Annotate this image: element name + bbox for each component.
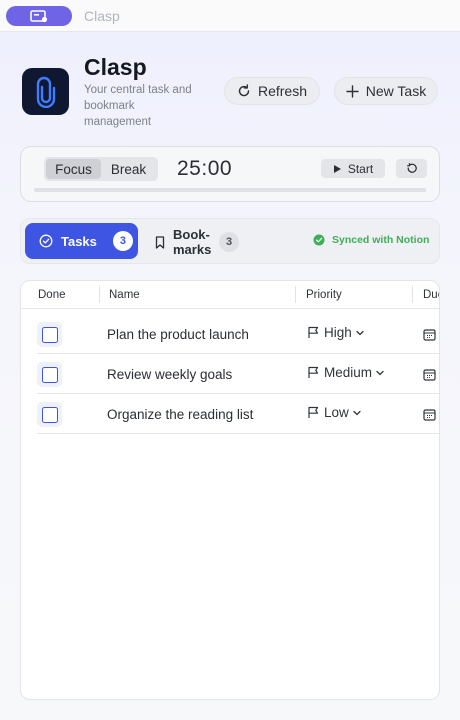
timer-display: 25:00 <box>177 157 233 180</box>
column-header-name[interactable]: Name <box>109 289 140 301</box>
column-divider[interactable] <box>295 286 296 303</box>
tab-tasks-label: Tasks <box>61 233 97 249</box>
priority-value: High <box>324 325 352 340</box>
task-name[interactable]: Organize the reading list <box>107 407 253 422</box>
tab-tasks[interactable]: Tasks 3 <box>25 223 138 259</box>
reset-button[interactable] <box>396 159 427 178</box>
table-row: Organize the reading list Low <box>37 394 439 434</box>
priority-select[interactable]: Medium <box>307 365 384 380</box>
task-name[interactable]: Plan the product launch <box>107 327 249 342</box>
new-task-label: New Task <box>365 83 427 99</box>
priority-value: Low <box>324 405 349 420</box>
focus-timer: Focus Break 25:00 Start <box>20 146 440 202</box>
sync-status: Synced with Notion <box>313 234 429 246</box>
bookmarks-count-badge: 3 <box>219 232 239 252</box>
sync-status-text: Synced with Notion <box>332 234 430 246</box>
chevron-down-icon <box>376 370 384 375</box>
bookmark-icon <box>155 235 165 249</box>
table-row: Review weekly goals Medium <box>37 354 439 394</box>
done-checkbox[interactable] <box>37 402 62 427</box>
priority-select[interactable]: Low <box>307 405 361 420</box>
task-name[interactable]: Review weekly goals <box>107 367 232 382</box>
column-header-due[interactable]: Due <box>423 289 439 301</box>
calendar-icon[interactable] <box>423 328 436 341</box>
priority-value: Medium <box>324 365 373 380</box>
start-label: Start <box>347 161 374 176</box>
refresh-icon <box>238 84 250 97</box>
check-circle-icon <box>39 234 53 248</box>
task-table: Done Name Priority Due Plan the product … <box>20 280 440 700</box>
window-title: Clasp <box>84 8 120 24</box>
new-task-button[interactable]: New Task <box>334 77 438 105</box>
flag-icon <box>308 326 319 338</box>
column-divider[interactable] <box>99 286 100 303</box>
play-icon <box>333 164 341 173</box>
tab-bookmarks-label: Book-marks <box>173 227 212 257</box>
app-name: Clasp <box>84 54 147 80</box>
done-checkbox[interactable] <box>37 362 62 387</box>
column-header-done[interactable]: Done <box>38 289 66 301</box>
timer-mode-toggle: Focus Break <box>44 157 158 181</box>
view-tabs: Tasks 3 Book-marks 3 Synced with Notion <box>20 218 440 264</box>
paperclip-icon <box>36 76 55 108</box>
priority-select[interactable]: High <box>307 325 364 340</box>
app-description: Your central task and bookmark managemen… <box>84 84 192 128</box>
done-checkbox[interactable] <box>37 322 62 347</box>
mode-focus[interactable]: Focus <box>46 159 101 179</box>
app-logo <box>22 68 69 115</box>
check-circle-filled-icon <box>313 234 325 246</box>
timer-progress <box>34 188 426 192</box>
tab-bookmarks[interactable]: Book-marks 3 <box>155 224 239 260</box>
mode-break[interactable]: Break <box>101 159 156 179</box>
refresh-label: Refresh <box>257 83 308 99</box>
tasks-count-badge: 3 <box>112 231 133 251</box>
chevron-down-icon <box>356 330 364 335</box>
chevron-down-icon <box>353 410 361 415</box>
table-row: Plan the product launch High <box>37 314 439 354</box>
start-button[interactable]: Start <box>321 159 385 178</box>
top-bar: Clasp <box>0 0 460 32</box>
flag-icon <box>308 406 319 418</box>
table-header: Done Name Priority Due <box>21 281 439 309</box>
calendar-icon[interactable] <box>423 408 436 421</box>
dashboard-icon <box>30 9 48 22</box>
column-divider[interactable] <box>412 286 413 303</box>
app-switcher-button[interactable] <box>6 6 72 26</box>
column-header-priority[interactable]: Priority <box>306 289 342 301</box>
flag-icon <box>308 366 319 378</box>
calendar-icon[interactable] <box>423 368 436 381</box>
refresh-button[interactable]: Refresh <box>224 77 320 105</box>
reset-icon <box>406 162 417 173</box>
plus-icon <box>346 84 359 98</box>
